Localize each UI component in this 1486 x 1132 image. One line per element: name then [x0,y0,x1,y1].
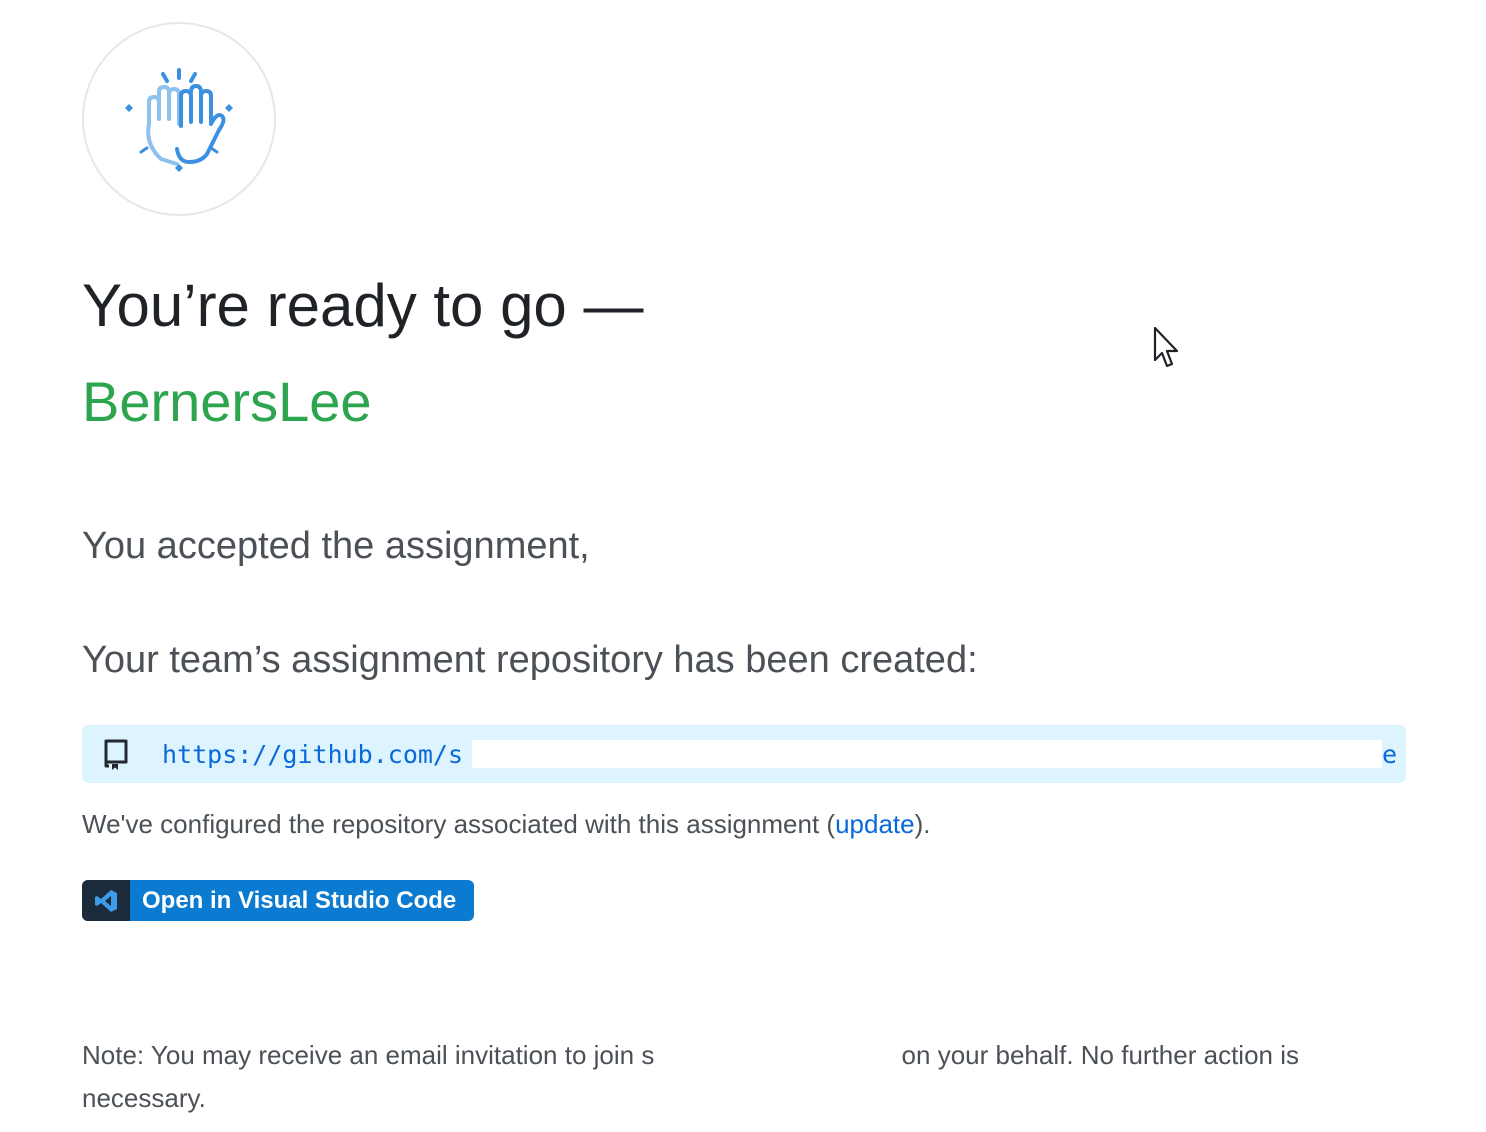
vscode-icon [82,880,130,921]
note-text-before: Note: You may receive an email invitatio… [82,1040,655,1070]
configured-text: We've configured the repository associat… [82,806,931,842]
assignment-accepted-text: You accepted the assignment, [82,522,1291,570]
configured-text-after: ). [914,809,931,839]
high-five-icon [125,68,233,172]
assignment-accepted-label: You accepted the assignment, [82,525,590,567]
repository-url-prefix: https://github.com/s [162,739,464,769]
avatar [82,22,276,216]
configured-text-before: We've configured the repository associat… [82,809,836,839]
redacted-assignment-name [600,532,1291,563]
page-title: You’re ready to go — [82,272,644,339]
open-in-vscode-label: Open in Visual Studio Code [142,886,457,914]
repo-icon [102,737,130,771]
team-name: BernersLee [82,370,372,433]
open-in-vscode-button[interactable]: Open in Visual Studio Code [82,880,474,921]
redacted-repository-path [472,740,1382,768]
repository-url-suffix: e [1382,739,1398,769]
redacted-org-name [654,1045,895,1070]
repository-url-link[interactable]: https://github.com/s [162,740,463,769]
update-link[interactable]: update [835,809,915,839]
mouse-pointer-icon [1153,326,1179,368]
note-text: Note: You may receive an email invitatio… [82,1034,1312,1120]
repository-created-text: Your team’s assignment repository has be… [82,639,978,681]
